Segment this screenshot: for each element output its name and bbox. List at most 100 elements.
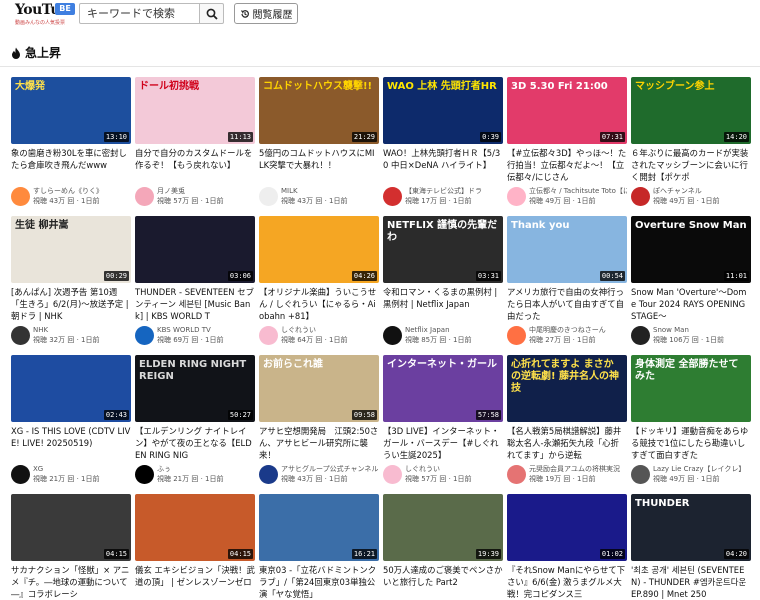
video-card[interactable]: 身体測定 全部勝たせてみた 【ドッキリ】運動音痴をあらゆる競技で1位にしたら勘違い…	[631, 355, 751, 490]
history-button[interactable]: 閲覧履歴	[234, 3, 298, 24]
channel-avatar[interactable]	[135, 326, 154, 345]
video-title[interactable]: 東京03 -「立花バドミントンクラブ」/「第24回東京03単独公演「ヤな覚悟」	[259, 564, 379, 600]
video-title[interactable]: 【オリジナル楽曲】ういこうせん / しぐれうい【にゃるら・Aiobahn +81…	[259, 286, 379, 322]
channel-avatar[interactable]	[631, 187, 650, 206]
video-thumbnail[interactable]: 01:02	[507, 494, 627, 561]
video-card[interactable]: マッシブーン参上 14:20 ６年ぶりに最高のカードが実装されたマッシブーンに会いに…	[631, 77, 751, 212]
video-title[interactable]: 5億円のコムドットハウスにMILK突撃で大暴れ！！	[259, 147, 379, 183]
video-title[interactable]: THUNDER - SEVENTEEN セブンティーン 세븐틴 [Music B…	[135, 286, 255, 322]
channel-avatar[interactable]	[507, 465, 526, 484]
channel-name[interactable]: XG	[33, 465, 131, 474]
video-thumbnail[interactable]: インターネット・ガール 57:58	[383, 355, 503, 422]
video-title[interactable]: ６年ぶりに最高のカードが実装されたマッシブーンに会いに行く開封【ポケポ	[631, 147, 751, 183]
channel-avatar[interactable]	[259, 187, 278, 206]
channel-name[interactable]: Snow Man	[653, 326, 751, 335]
video-title[interactable]: 【ドッキリ】運動音痴をあらゆる競技で1位にしたら勘違いしすぎて面白すぎた	[631, 425, 751, 461]
channel-avatar[interactable]	[259, 326, 278, 345]
video-title[interactable]: アメリカ旅行で自由の女神行ったら日本人がいて自由すぎて自由だった	[507, 286, 627, 322]
video-thumbnail[interactable]: マッシブーン参上 14:20	[631, 77, 751, 144]
channel-name[interactable]: すしらーめん《りく》	[33, 187, 131, 196]
video-card[interactable]: 3D 5.30 Fri 21:00 07:31 【#立伝都々3D】やっほ〜！た行拍当…	[507, 77, 627, 212]
channel-name[interactable]: しぐれうい	[405, 465, 503, 474]
video-title[interactable]: '최초 공개' 세븐틴 (SEVENTEEN) - THUNDER #엠카운트다…	[631, 564, 751, 600]
site-logo[interactable]: YouTu BE 動画みんなの人気投票	[15, 2, 75, 27]
video-thumbnail[interactable]: THUNDER 04:20	[631, 494, 751, 561]
video-title[interactable]: XG - IS THIS LOVE (CDTV LIVE! LIVE! 2025…	[11, 425, 131, 461]
search-input[interactable]	[79, 3, 200, 24]
video-card[interactable]: 03:06 THUNDER - SEVENTEEN セブンティーン 세븐틴 [Mu…	[135, 216, 255, 351]
channel-name[interactable]: ぽへチャンネル	[653, 187, 751, 196]
video-card[interactable]: 19:39 50万人達成のご褒美でペンさかいと旅行した Part2	[383, 494, 503, 600]
channel-name[interactable]: Lazy Lie Crazy【レイクレ】	[653, 465, 751, 474]
video-card[interactable]: WAO 上林 先頭打者HR 0:39 WAO！上林先頭打者ＨＲ【5/30 中日×De…	[383, 77, 503, 212]
video-thumbnail[interactable]: コムドットハウス襲撃!! 21:29	[259, 77, 379, 144]
channel-name[interactable]: しぐれうい	[281, 326, 379, 335]
channel-avatar[interactable]	[259, 465, 278, 484]
video-card[interactable]: 大爆発 13:10 象の歯磨き粉30Lを車に密封したら倉庫吹き飛んだwww すしらーめ…	[11, 77, 131, 212]
video-card[interactable]: 04:26 【オリジナル楽曲】ういこうせん / しぐれうい【にゃるら・Aiobah…	[259, 216, 379, 351]
video-thumbnail[interactable]: 02:43	[11, 355, 131, 422]
video-title[interactable]: Snow Man 'Overture'〜Dome Tour 2024 RAYS …	[631, 286, 751, 322]
channel-avatar[interactable]	[507, 187, 526, 206]
video-title[interactable]: 【エルデンリング ナイトレイン】やがて夜の王となる【ELDEN RING NIG	[135, 425, 255, 461]
video-title[interactable]: 【3D LIVE】インターネット・ガール・バースデー【#しぐれうい生誕2025】	[383, 425, 503, 461]
video-title[interactable]: アサヒ空想開発局 江頭2:50さん、アサヒビール研究所に襲来！	[259, 425, 379, 461]
video-thumbnail[interactable]: 身体測定 全部勝たせてみた	[631, 355, 751, 422]
channel-name[interactable]: NHK	[33, 326, 131, 335]
channel-avatar[interactable]	[11, 187, 30, 206]
video-thumbnail[interactable]: 3D 5.30 Fri 21:00 07:31	[507, 77, 627, 144]
channel-avatar[interactable]	[11, 326, 30, 345]
channel-avatar[interactable]	[11, 465, 30, 484]
channel-avatar[interactable]	[383, 326, 402, 345]
video-card[interactable]: ドール初挑戦 11:13 自分で自分のカスタムドールを作るぞ！【もう戻れない】 月ノ美…	[135, 77, 255, 212]
video-card[interactable]: 02:43 XG - IS THIS LOVE (CDTV LIVE! LIVE!…	[11, 355, 131, 490]
video-card[interactable]: 心折れてますよ まさかの逆転劇! 藤井名人の神技 【名人戦第5局棋譜解説】藤井聡太…	[507, 355, 627, 490]
video-card[interactable]: 01:02 『それSnow Manにやらせて下さい』6/6(金) 激うまグルメ大戦…	[507, 494, 627, 600]
video-title[interactable]: 自分で自分のカスタムドールを作るぞ！【もう戻れない】	[135, 147, 255, 183]
video-card[interactable]: Thank you 00:54 アメリカ旅行で自由の女神行ったら日本人がいて自由すぎ…	[507, 216, 627, 351]
video-thumbnail[interactable]: 04:15	[135, 494, 255, 561]
video-title[interactable]: 50万人達成のご褒美でペンさかいと旅行した Part2	[383, 564, 503, 600]
video-thumbnail[interactable]: ドール初挑戦 11:13	[135, 77, 255, 144]
video-title[interactable]: 象の歯磨き粉30Lを車に密封したら倉庫吹き飛んだwww	[11, 147, 131, 183]
video-title[interactable]: 『それSnow Manにやらせて下さい』6/6(金) 激うまグルメ大戦！完コピダ…	[507, 564, 627, 600]
video-thumbnail[interactable]: 04:15	[11, 494, 131, 561]
video-title[interactable]: WAO！上林先頭打者ＨＲ【5/30 中日×DeNA ハイライト】	[383, 147, 503, 183]
video-card[interactable]: 16:21 東京03 -「立花バドミントンクラブ」/「第24回東京03単独公演「ヤ…	[259, 494, 379, 600]
video-card[interactable]: 生徒 柳井嵩 00:29 [あんぱん] 次週予告 第10週「生きろ」6/2(月)～放…	[11, 216, 131, 351]
video-card[interactable]: THUNDER 04:20 '최초 공개' 세븐틴 (SEVENTEEN) - TH…	[631, 494, 751, 600]
video-thumbnail[interactable]: Overture Snow Man 11:01	[631, 216, 751, 283]
channel-name[interactable]: アサヒグループ公式チャンネル	[281, 465, 379, 474]
channel-name[interactable]: MILK	[281, 187, 379, 196]
video-card[interactable]: コムドットハウス襲撃!! 21:29 5億円のコムドットハウスにMILK突撃で大暴れ…	[259, 77, 379, 212]
video-thumbnail[interactable]: 心折れてますよ まさかの逆転劇! 藤井名人の神技	[507, 355, 627, 422]
video-card[interactable]: 04:15 サカナクション「怪獣」× アニメ『チ。―地球の運動について―』コラボレ…	[11, 494, 131, 600]
video-thumbnail[interactable]: 04:26	[259, 216, 379, 283]
channel-name[interactable]: 立伝都々 / Tachitsute Toto【に	[529, 187, 627, 196]
channel-avatar[interactable]	[383, 187, 402, 206]
video-title[interactable]: [あんぱん] 次週予告 第10週「生きろ」6/2(月)～放送予定 | 朝ドラ |…	[11, 286, 131, 322]
channel-avatar[interactable]	[135, 187, 154, 206]
video-thumbnail[interactable]: ELDEN RING NIGHTREIGN 50:27	[135, 355, 255, 422]
video-card[interactable]: 04:15 儀玄 エキシビジョン「決戦！武道の頂」 | ゼンレスゾーンゼロ	[135, 494, 255, 600]
channel-name[interactable]: 【東海テレビ公式】ドラ	[405, 187, 503, 196]
video-thumbnail[interactable]: NETFLIX 謹慎の先輩だわ 03:31	[383, 216, 503, 283]
video-thumbnail[interactable]: 大爆発 13:10	[11, 77, 131, 144]
video-thumbnail[interactable]: 生徒 柳井嵩 00:29	[11, 216, 131, 283]
channel-avatar[interactable]	[383, 465, 402, 484]
video-card[interactable]: NETFLIX 謹慎の先輩だわ 03:31 令和ロマン・くるまの黒例村 | 黒例村 …	[383, 216, 503, 351]
video-thumbnail[interactable]: お前らこれ誰 09:58	[259, 355, 379, 422]
channel-name[interactable]: 元奨励会員アユムの将棋実況	[529, 465, 627, 474]
channel-avatar[interactable]	[135, 465, 154, 484]
video-thumbnail[interactable]: 16:21	[259, 494, 379, 561]
video-title[interactable]: 儀玄 エキシビジョン「決戦！武道の頂」 | ゼンレスゾーンゼロ	[135, 564, 255, 600]
channel-avatar[interactable]	[631, 326, 650, 345]
channel-name[interactable]: Netflix Japan	[405, 326, 503, 335]
channel-name[interactable]: ふぅ	[157, 465, 255, 474]
channel-avatar[interactable]	[631, 465, 650, 484]
channel-avatar[interactable]	[507, 326, 526, 345]
video-thumbnail[interactable]: Thank you 00:54	[507, 216, 627, 283]
channel-name[interactable]: 中尾明慶のきつねさーん	[529, 326, 627, 335]
channel-name[interactable]: KBS WORLD TV	[157, 326, 255, 335]
video-thumbnail[interactable]: 19:39	[383, 494, 503, 561]
